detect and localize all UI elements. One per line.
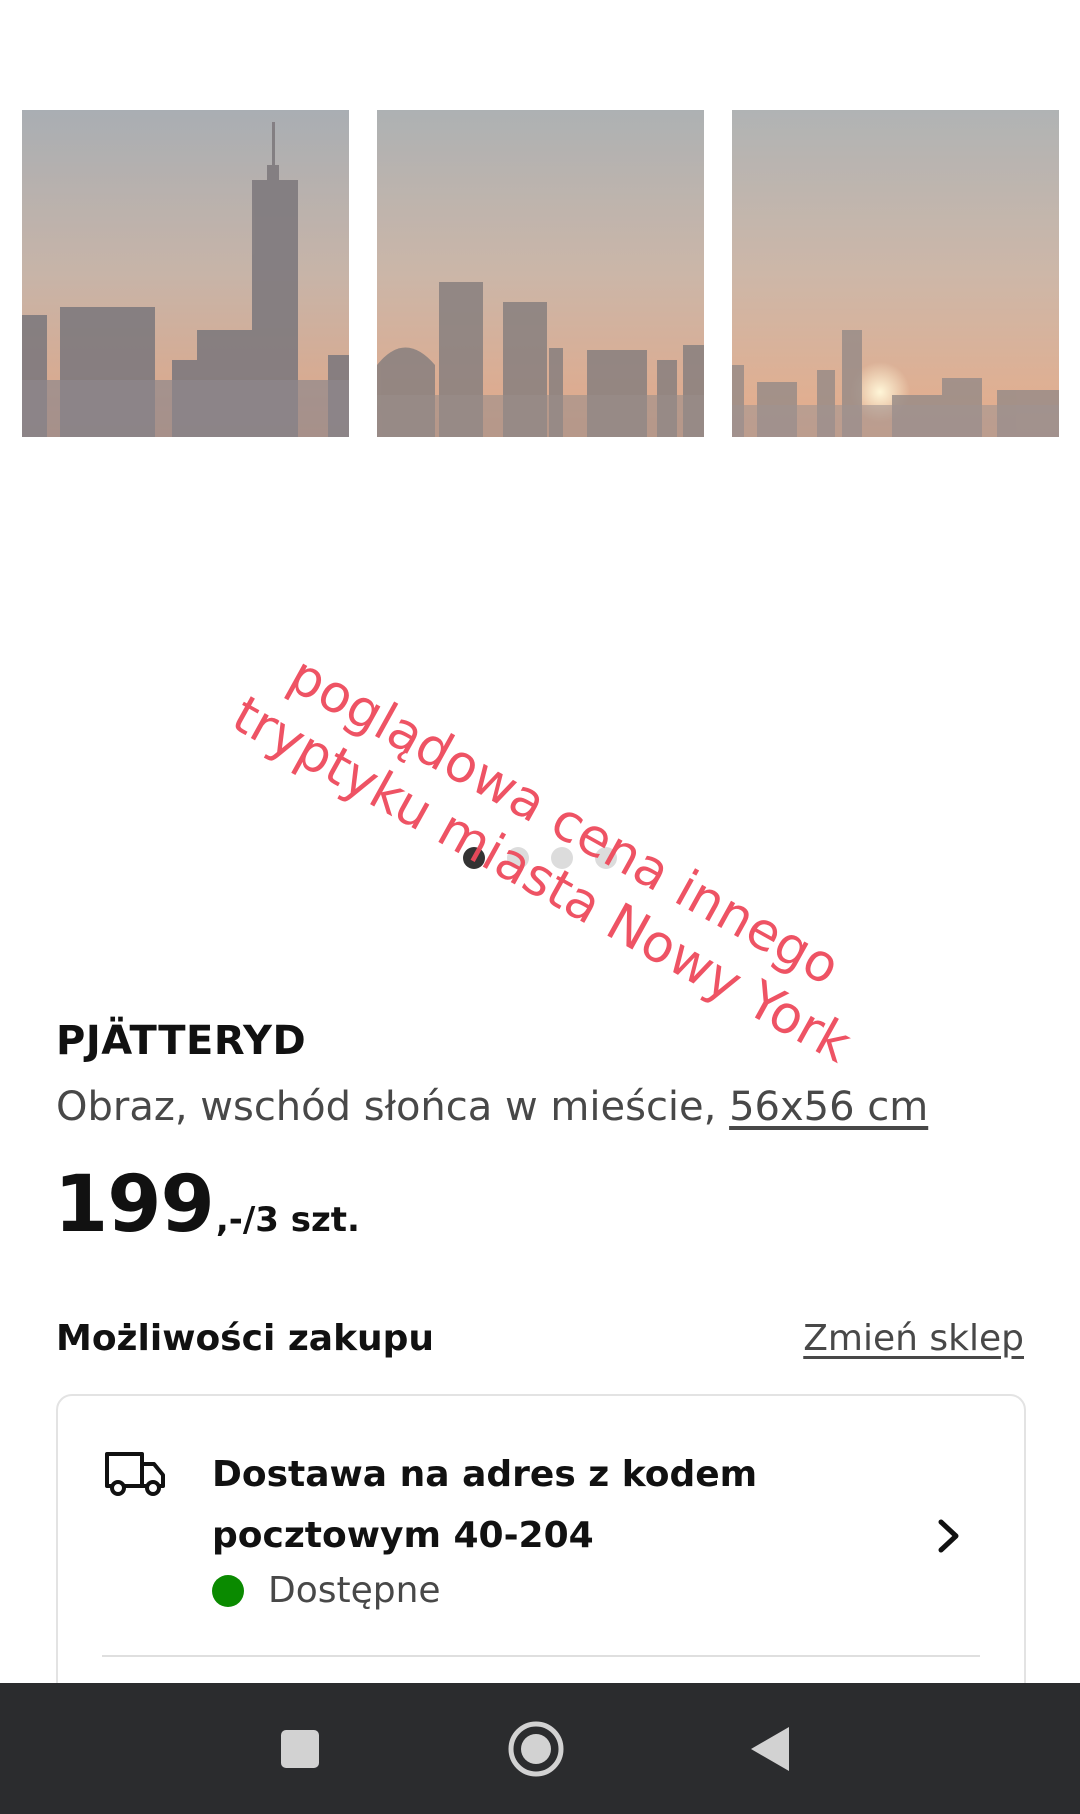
- back-icon: [751, 1726, 789, 1771]
- card-divider: [102, 1655, 980, 1657]
- delivery-label-line-1: Dostawa na adres z kodem: [212, 1454, 758, 1495]
- carousel-dot-1[interactable]: [463, 847, 485, 869]
- home-button[interactable]: [486, 1683, 586, 1814]
- delivery-label-line-2: pocztowym 40-204: [212, 1515, 594, 1556]
- product-description: Obraz, wschód słońca w mieście, 56x56 cm: [56, 1084, 928, 1130]
- home-icon: [508, 1721, 564, 1776]
- product-description-text: Obraz, wschód słońca w mieście,: [56, 1084, 730, 1130]
- availability-label: Dostępne: [268, 1570, 441, 1611]
- triptych-panel-left: [22, 110, 349, 437]
- recent-apps-icon: [281, 1729, 319, 1768]
- change-store-link[interactable]: Zmień sklep: [803, 1318, 1024, 1359]
- triptych-panel-right: [732, 110, 1059, 437]
- carousel-indicators: [463, 847, 617, 869]
- back-button[interactable]: [720, 1683, 820, 1814]
- availability-indicator-icon: [212, 1574, 244, 1607]
- carousel-dot-2[interactable]: [507, 847, 529, 869]
- price-main: 199: [54, 1160, 215, 1250]
- product-image-gallery[interactable]: [0, 0, 1080, 960]
- availability-status: Dostępne: [212, 1570, 441, 1611]
- delivery-label: Dostawa na adres z kodem pocztowym 40-20…: [212, 1444, 772, 1566]
- product-price: 199 ,-/3 szt.: [54, 1160, 360, 1250]
- system-navigation-bar: [0, 1683, 1080, 1814]
- triptych-panel-middle: [377, 110, 704, 437]
- delivery-option[interactable]: Dostawa na adres z kodem pocztowym 40-20…: [58, 1396, 1024, 1656]
- chevron-right-icon: [938, 1519, 959, 1553]
- price-suffix: ,-/3 szt.: [215, 1200, 360, 1240]
- product-size-link[interactable]: 56x56 cm: [729, 1084, 928, 1130]
- product-name: PJÄTTERYD: [56, 1018, 307, 1064]
- recent-apps-button[interactable]: [250, 1683, 350, 1814]
- truck-icon: [105, 1452, 165, 1496]
- carousel-dot-4[interactable]: [595, 847, 617, 869]
- purchase-options-title: Możliwości zakupu: [56, 1318, 435, 1359]
- carousel-dot-3[interactable]: [551, 847, 573, 869]
